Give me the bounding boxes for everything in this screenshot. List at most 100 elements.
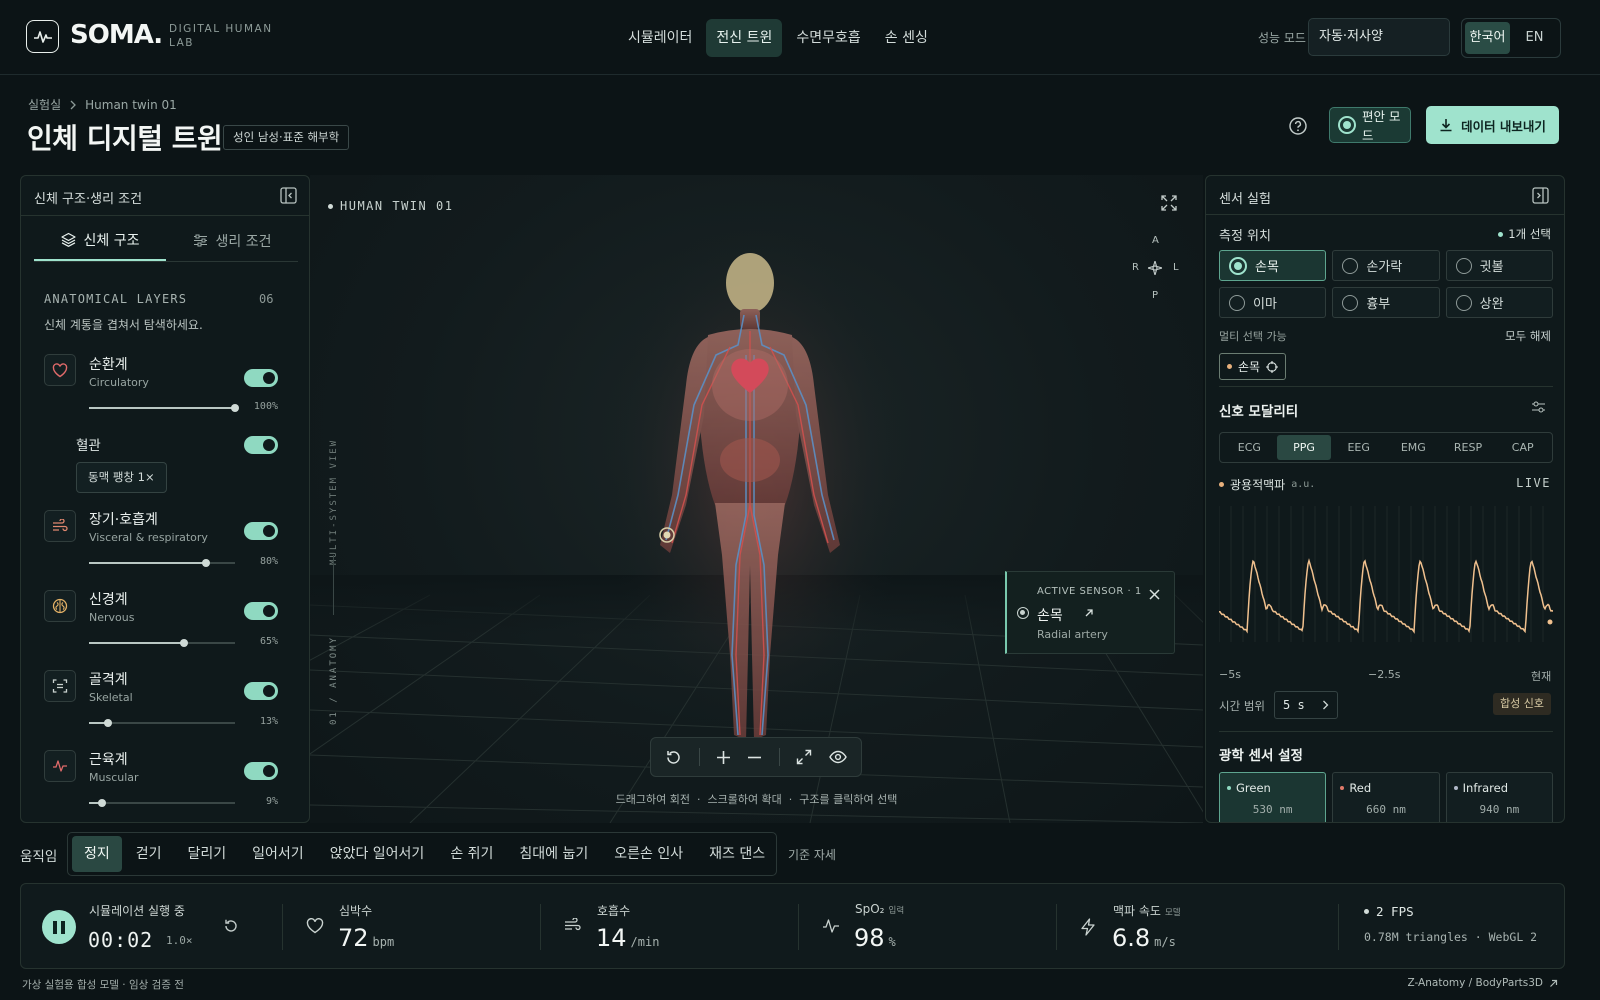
layer-visceral-toggle[interactable] — [244, 522, 278, 540]
motion-wave-right[interactable]: 오른손 인사 — [602, 836, 695, 872]
human-anatomy-model[interactable] — [620, 235, 880, 755]
reset-rotation-icon[interactable] — [665, 749, 682, 766]
tab-physiology[interactable]: 생리 조건 — [166, 220, 298, 261]
performance-mode-select[interactable]: 자동·저사양 — [1308, 18, 1450, 56]
compass-right: R — [1132, 262, 1139, 273]
location-chest[interactable]: 흉부 — [1332, 287, 1440, 318]
layers-count: 06 — [259, 292, 274, 306]
toolbar-separator — [778, 748, 780, 766]
motion-sit-stand[interactable]: 앉았다 일어서기 — [318, 836, 437, 872]
right-panel-title: 센서 실험 — [1219, 192, 1271, 207]
time-range-select[interactable]: 5 s — [1274, 691, 1338, 719]
pause-button[interactable] — [42, 910, 76, 944]
logo-text: SOMA. — [70, 20, 163, 50]
location-forehead[interactable]: 이마 — [1219, 287, 1327, 318]
eye-icon[interactable] — [828, 750, 847, 764]
reset-icon[interactable] — [223, 918, 239, 934]
motion-stand-up[interactable]: 일어서기 — [240, 836, 316, 872]
nav-hand-sensing[interactable]: 손 센싱 — [875, 19, 938, 57]
nav-simulator[interactable]: 시뮬레이터 — [618, 19, 702, 57]
layer-muscular-slider[interactable] — [89, 799, 235, 807]
activity-icon — [44, 750, 76, 782]
layer-visceral-slider[interactable] — [89, 559, 235, 567]
motion-jazz-dance[interactable]: 재즈 댄스 — [697, 836, 777, 872]
reference-pose-button[interactable]: 기준 자세 — [788, 846, 836, 863]
status-separator — [1338, 904, 1339, 950]
layer-skeletal-slider[interactable] — [89, 719, 235, 727]
lang-korean[interactable]: 한국어 — [1465, 22, 1510, 54]
location-finger[interactable]: 손가락 — [1332, 250, 1440, 281]
status-separator — [798, 904, 799, 950]
layer-nervous-slider[interactable] — [89, 639, 235, 647]
fullscreen-icon[interactable] — [1161, 195, 1177, 211]
3d-viewport[interactable]: HUMAN TWIN 01 MULTI-SYSTEM VIEW 01 / ANA… — [310, 175, 1203, 823]
artery-dilation-button[interactable]: 동맥 팽창 1× — [76, 462, 167, 493]
clear-all-link[interactable]: 모두 해제 — [1505, 328, 1551, 344]
attribution[interactable]: Z-Anatomy / BodyParts3D — [1407, 977, 1558, 989]
modality-tabs: ECG PPG EEG EMG RESP CAP — [1219, 432, 1553, 463]
zoom-in-icon[interactable] — [716, 750, 731, 765]
layer-nervous-toggle[interactable] — [244, 602, 278, 620]
close-icon[interactable] — [1149, 589, 1160, 600]
activity-icon — [822, 918, 840, 934]
modality-ppg[interactable]: PPG — [1276, 435, 1332, 460]
layer-nervous-value: 65% — [259, 636, 278, 647]
layer-circulatory-toggle[interactable] — [244, 369, 278, 387]
active-sensor-card[interactable]: ACTIVE SENSOR · 1 손목 Radial artery — [1005, 571, 1175, 654]
optical-red[interactable]: Red 660 nm — [1332, 772, 1440, 822]
wind-icon — [44, 510, 76, 542]
location-grid: 손목 손가락 귓볼 이마 흉부 상완 — [1219, 250, 1553, 318]
export-data-button[interactable]: 데이터 내보내기 — [1426, 106, 1559, 144]
nav-sleep-apnea[interactable]: 수면무호흡 — [786, 19, 870, 57]
comfort-mode-toggle[interactable]: 편안 모드 — [1329, 107, 1411, 143]
layer-muscular-en: Muscular — [89, 771, 139, 784]
zoom-out-icon[interactable] — [747, 750, 762, 765]
settings-sliders-icon[interactable] — [1532, 401, 1545, 413]
nav-full-body-twin[interactable]: 전신 트윈 — [706, 19, 783, 57]
optical-infrared[interactable]: Infrared 940 nm — [1445, 772, 1553, 822]
pulse-velocity-unit: m/s — [1154, 935, 1176, 949]
radio-off-icon — [1342, 257, 1359, 274]
layer-circulatory-name: 순환계 — [89, 357, 128, 373]
modality-cap[interactable]: CAP — [1495, 435, 1550, 460]
collapse-panel-icon[interactable] — [280, 187, 297, 204]
simulation-time: 00:02 — [88, 928, 154, 952]
modality-ecg[interactable]: ECG — [1222, 435, 1277, 460]
layer-skeletal-toggle[interactable] — [244, 682, 278, 700]
motion-still[interactable]: 정지 — [72, 836, 122, 872]
location-wrist[interactable]: 손목 — [1219, 250, 1327, 281]
vessel-toggle[interactable] — [244, 436, 278, 454]
viewport-label-text: HUMAN TWIN 01 — [340, 199, 454, 213]
tab-body-structure[interactable]: 신체 구조 — [34, 220, 166, 261]
attribution-text: Z-Anatomy / BodyParts3D — [1407, 977, 1543, 989]
location-forehead-label: 이마 — [1253, 297, 1277, 312]
selected-location-chip[interactable]: 손목 — [1219, 353, 1287, 380]
motion-hand-grip[interactable]: 손 쥐기 — [438, 836, 505, 872]
modality-eeg[interactable]: EEG — [1331, 435, 1386, 460]
location-earlobe[interactable]: 귓볼 — [1445, 250, 1553, 281]
fit-view-icon[interactable] — [796, 749, 812, 765]
help-icon[interactable] — [1288, 116, 1308, 136]
location-upper-arm[interactable]: 상완 — [1445, 287, 1553, 318]
breadcrumb-lab[interactable]: 실험실 — [28, 96, 61, 113]
lang-english[interactable]: EN — [1512, 22, 1557, 54]
simulation-running-label: 시뮬레이션 실행 중 — [89, 904, 185, 918]
language-switch: 한국어 EN — [1461, 18, 1561, 58]
multi-select-hint: 멀티 선택 가능 — [1219, 330, 1287, 343]
motion-run[interactable]: 달리기 — [176, 836, 239, 872]
chip-dot — [1227, 364, 1232, 369]
motion-lie-down[interactable]: 침대에 눕기 — [507, 836, 600, 872]
orientation-compass[interactable]: A R L P — [1132, 235, 1180, 305]
layer-circulatory-slider[interactable] — [89, 404, 239, 412]
pause-icon-bar — [61, 920, 65, 934]
modality-emg[interactable]: EMG — [1386, 435, 1441, 460]
external-arrow-icon[interactable] — [1084, 608, 1094, 618]
collapse-panel-icon[interactable] — [1532, 187, 1549, 204]
layer-muscular-toggle[interactable] — [244, 762, 278, 780]
modality-resp[interactable]: RESP — [1441, 435, 1496, 460]
optical-green[interactable]: Green 530 nm — [1219, 772, 1327, 822]
heart-rate-metric: 72 bpm — [338, 924, 394, 952]
spo2-value: 98 — [854, 924, 885, 952]
subject-badge: 성인 남성·표준 해부학 — [223, 125, 350, 150]
motion-walk[interactable]: 걷기 — [124, 836, 174, 872]
